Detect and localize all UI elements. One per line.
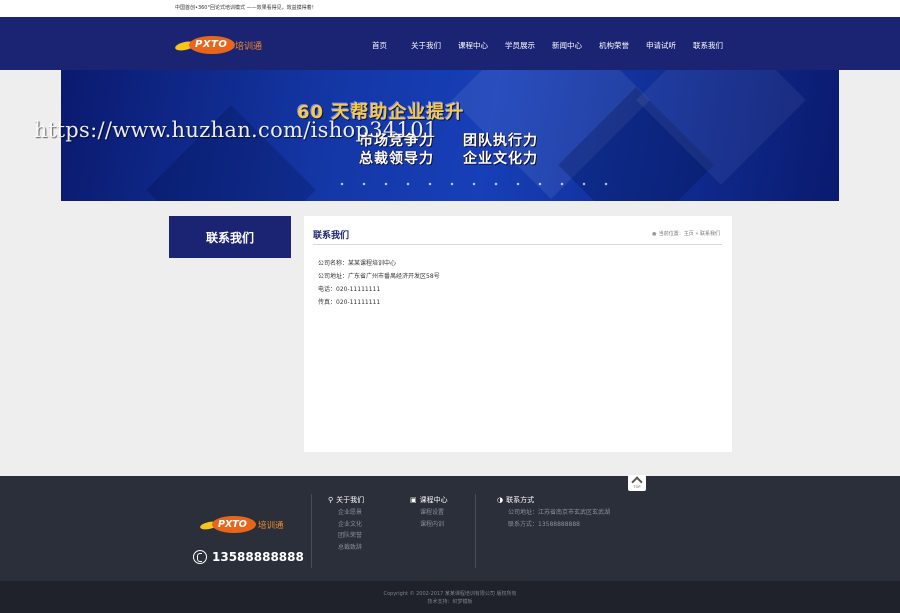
location-pin-icon: ⚲ — [328, 496, 334, 504]
breadcrumb: 当前位置：主页 » 联系我们 — [651, 230, 720, 237]
breadcrumb-home-link[interactable]: 主页 — [684, 231, 694, 237]
nav-item-trial[interactable]: 申请试听 — [646, 40, 676, 51]
info-company-name: 公司名称：某某课程培训中心 — [318, 260, 397, 267]
footer-phone-number: 13588888888 — [212, 550, 304, 564]
home-icon — [651, 231, 657, 236]
compass-icon: ◑ — [497, 496, 504, 504]
nav-item-contact[interactable]: 联系我们 — [693, 40, 723, 51]
title-divider — [313, 244, 722, 245]
footer-link-vision[interactable]: 企业愿景 — [338, 507, 364, 519]
footer-contact-phone: 联系方式：13588888888 — [508, 520, 580, 528]
lock-icon: ▣ — [410, 496, 417, 504]
footer-col-contact: ◑ 联系方式 公司地址：江苏省南京市玄武区玄武湖 联系方式：13588888888 — [497, 495, 610, 530]
watermark-url: https://www.huzhan.com/ishop34101 — [34, 118, 438, 142]
back-to-top-button[interactable]: TOP — [628, 475, 646, 491]
footer-link-inhouse[interactable]: 课程内训 — [420, 519, 448, 531]
footer-col-courses-title: 课程中心 — [419, 496, 448, 504]
nav-item-courses[interactable]: 课程中心 — [458, 40, 488, 51]
sidebar-title-box: 联系我们 — [169, 216, 291, 258]
banner-line-team: 团队执行力 — [463, 133, 538, 149]
footer-col-about-title: 关于我们 — [336, 496, 365, 504]
main-nav: 首页 关于我们 课程中心 学员展示 新闻中心 机构荣誉 申请试听 联系我们 — [0, 40, 900, 54]
info-company-address: 公司地址：广东省广州市番禺经济开发区58号 — [318, 273, 440, 280]
phone-icon — [193, 550, 207, 564]
footer-contact-address: 公司地址：江苏省南京市玄武区玄武湖 — [508, 509, 611, 516]
banner-stage-lights — [331, 182, 611, 186]
footer-link-ceo-speech[interactable]: 总裁致辞 — [338, 542, 364, 554]
breadcrumb-separator: » — [695, 231, 699, 237]
banner-line-leader: 总裁领导力 — [359, 151, 434, 167]
content-panel: 联系我们 当前位置：主页 » 联系我们 公司名称：某某课程培训中心 公司地址：广… — [304, 216, 732, 452]
nav-item-about[interactable]: 关于我们 — [411, 40, 441, 51]
top-slogan: 中国首创•360°回论式培训模式 ——效果看得见，效益摸得着！ — [175, 5, 317, 11]
nav-item-news[interactable]: 新闻中心 — [552, 40, 582, 51]
banner-line-culture: 企业文化力 — [463, 151, 538, 167]
footer-col-contact-title: 联系方式 — [506, 496, 535, 504]
back-to-top-label: TOP — [633, 485, 641, 489]
sidebar-title: 联系我们 — [205, 231, 254, 245]
footer-link-honors[interactable]: 团队荣誉 — [338, 530, 364, 542]
footer-logo[interactable]: PXTO 培训通 — [199, 516, 290, 536]
page-title: 联系我们 — [313, 231, 350, 241]
footer-link-course-setup[interactable]: 课程设置 — [420, 507, 448, 519]
footer-col-courses: ▣ 课程中心 课程设置 课程内训 — [410, 495, 448, 530]
footer-divider — [475, 494, 476, 568]
nav-item-honors[interactable]: 机构荣誉 — [599, 40, 629, 51]
copyright-bar: Copyright © 2002-2017 某某课程培训有限公司 版权所有 技术… — [0, 581, 900, 613]
site-footer: PXTO 培训通 13588888888 — [0, 476, 900, 581]
breadcrumb-prefix: 当前位置： — [658, 231, 684, 237]
tech-support-text[interactable]: 技术支持：织梦模板 — [0, 598, 900, 605]
copyright-text: Copyright © 2002-2017 某某课程培训有限公司 版权所有 — [383, 591, 517, 597]
nav-item-home[interactable]: 首页 — [372, 40, 387, 51]
footer-link-culture[interactable]: 企业文化 — [338, 519, 364, 531]
footer-col-about: ⚲ 关于我们 企业愿景 企业文化 团队荣誉 总裁致辞 — [328, 495, 364, 553]
footer-logo-text: 培训通 — [258, 521, 284, 531]
info-fax: 传真：020-11111111 — [318, 299, 381, 306]
footer-logo-mark: PXTO — [218, 519, 247, 530]
nav-item-students[interactable]: 学员展示 — [505, 40, 535, 51]
footer-divider — [311, 494, 312, 568]
info-phone: 电话：020-11111111 — [318, 286, 381, 293]
top-bar: 中国首创•360°回论式培训模式 ——效果看得见，效益摸得着！ — [0, 0, 900, 17]
breadcrumb-current[interactable]: 联系我们 — [700, 231, 720, 237]
